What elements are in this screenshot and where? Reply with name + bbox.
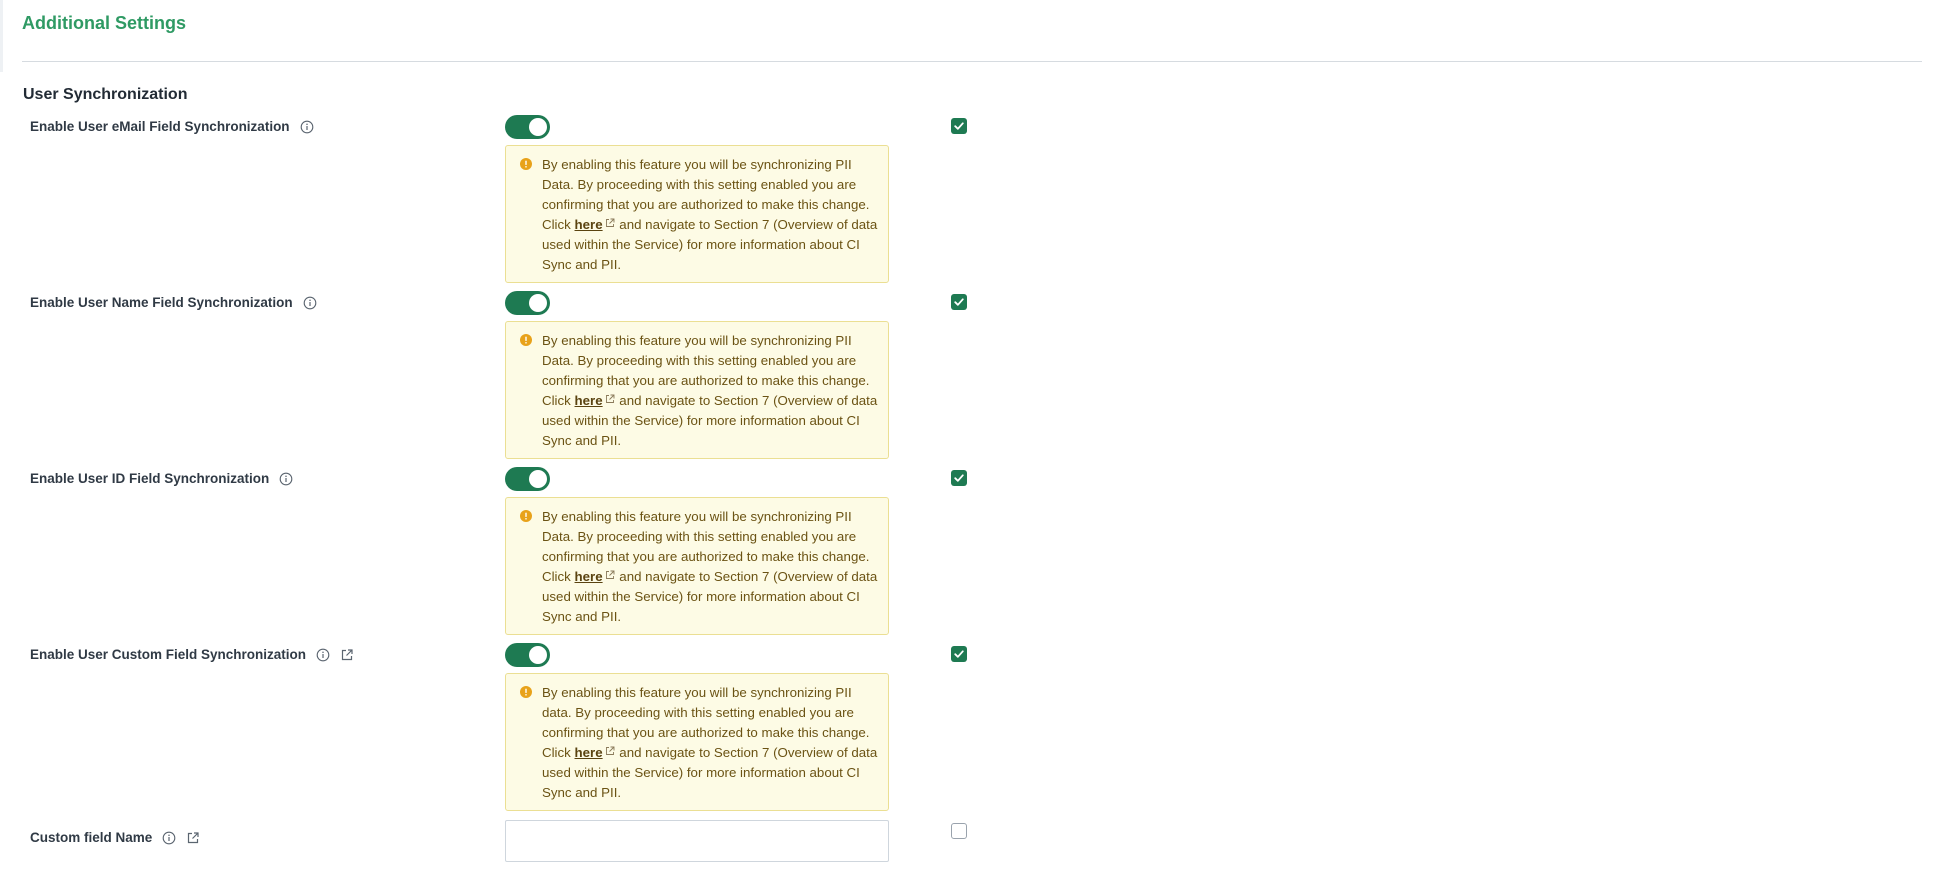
name-sync-label: Enable User Name Field Synchronization [30, 294, 317, 312]
email-sync-label: Enable User eMail Field Synchronization [30, 118, 314, 136]
checkmark-icon [954, 122, 964, 130]
warning-icon [520, 686, 532, 698]
warning-icon [520, 334, 532, 346]
toggle-knob [529, 118, 547, 136]
checkmark-icon [954, 650, 964, 658]
custom-field-name-label: Custom field Name [30, 829, 200, 847]
pii-info-link[interactable]: here [575, 569, 603, 584]
name-sync-label-text: Enable User Name Field Synchronization [30, 295, 293, 310]
header-divider [22, 61, 1922, 62]
info-icon[interactable] [300, 120, 314, 134]
info-icon[interactable] [303, 296, 317, 310]
custom-field-name-label-text: Custom field Name [30, 830, 153, 845]
toggle-knob [529, 470, 547, 488]
external-link-icon [605, 746, 615, 756]
warning-text: By enabling this feature you will be syn… [542, 157, 878, 272]
custom-sync-checkbox[interactable] [951, 646, 967, 662]
pii-info-link[interactable]: here [575, 745, 603, 760]
toggle-knob [529, 646, 547, 664]
external-link-icon [605, 570, 615, 580]
info-icon[interactable] [316, 648, 330, 662]
name-sync-toggle[interactable] [505, 291, 550, 315]
settings-page: Additional Settings User Synchronization… [0, 0, 1935, 876]
id-sync-warning: By enabling this feature you will be syn… [505, 497, 889, 635]
external-link-icon [605, 218, 615, 228]
external-link-icon [605, 394, 615, 404]
custom-sync-warning: By enabling this feature you will be syn… [505, 673, 889, 811]
external-link-icon[interactable] [186, 831, 200, 845]
warning-text: By enabling this feature you will be syn… [542, 509, 878, 624]
external-link-icon[interactable] [340, 648, 354, 662]
id-sync-label-text: Enable User ID Field Synchronization [30, 471, 270, 486]
warning-text: By enabling this feature you will be syn… [542, 685, 878, 800]
pii-info-link[interactable]: here [575, 217, 603, 232]
section-title: User Synchronization [23, 86, 188, 103]
info-icon[interactable] [279, 472, 293, 486]
custom-sync-label-text: Enable User Custom Field Synchronization [30, 647, 307, 662]
left-rail [0, 0, 3, 72]
name-sync-checkbox[interactable] [951, 294, 967, 310]
warning-text: By enabling this feature you will be syn… [542, 333, 878, 448]
pii-info-link[interactable]: here [575, 393, 603, 408]
warning-icon [520, 158, 532, 170]
email-sync-label-text: Enable User eMail Field Synchronization [30, 119, 290, 134]
id-sync-toggle[interactable] [505, 467, 550, 491]
custom-field-name-checkbox[interactable] [951, 823, 967, 839]
checkmark-icon [954, 298, 964, 306]
info-icon[interactable] [162, 831, 176, 845]
email-sync-checkbox[interactable] [951, 118, 967, 134]
email-sync-warning: By enabling this feature you will be syn… [505, 145, 889, 283]
email-sync-toggle[interactable] [505, 115, 550, 139]
id-sync-checkbox[interactable] [951, 470, 967, 486]
custom-field-name-input[interactable] [505, 820, 889, 862]
warning-icon [520, 510, 532, 522]
name-sync-warning: By enabling this feature you will be syn… [505, 321, 889, 459]
toggle-knob [529, 294, 547, 312]
page-title: Additional Settings [22, 13, 186, 33]
custom-sync-label: Enable User Custom Field Synchronization [30, 646, 354, 664]
custom-sync-toggle[interactable] [505, 643, 550, 667]
checkmark-icon [954, 474, 964, 482]
id-sync-label: Enable User ID Field Synchronization [30, 470, 293, 488]
